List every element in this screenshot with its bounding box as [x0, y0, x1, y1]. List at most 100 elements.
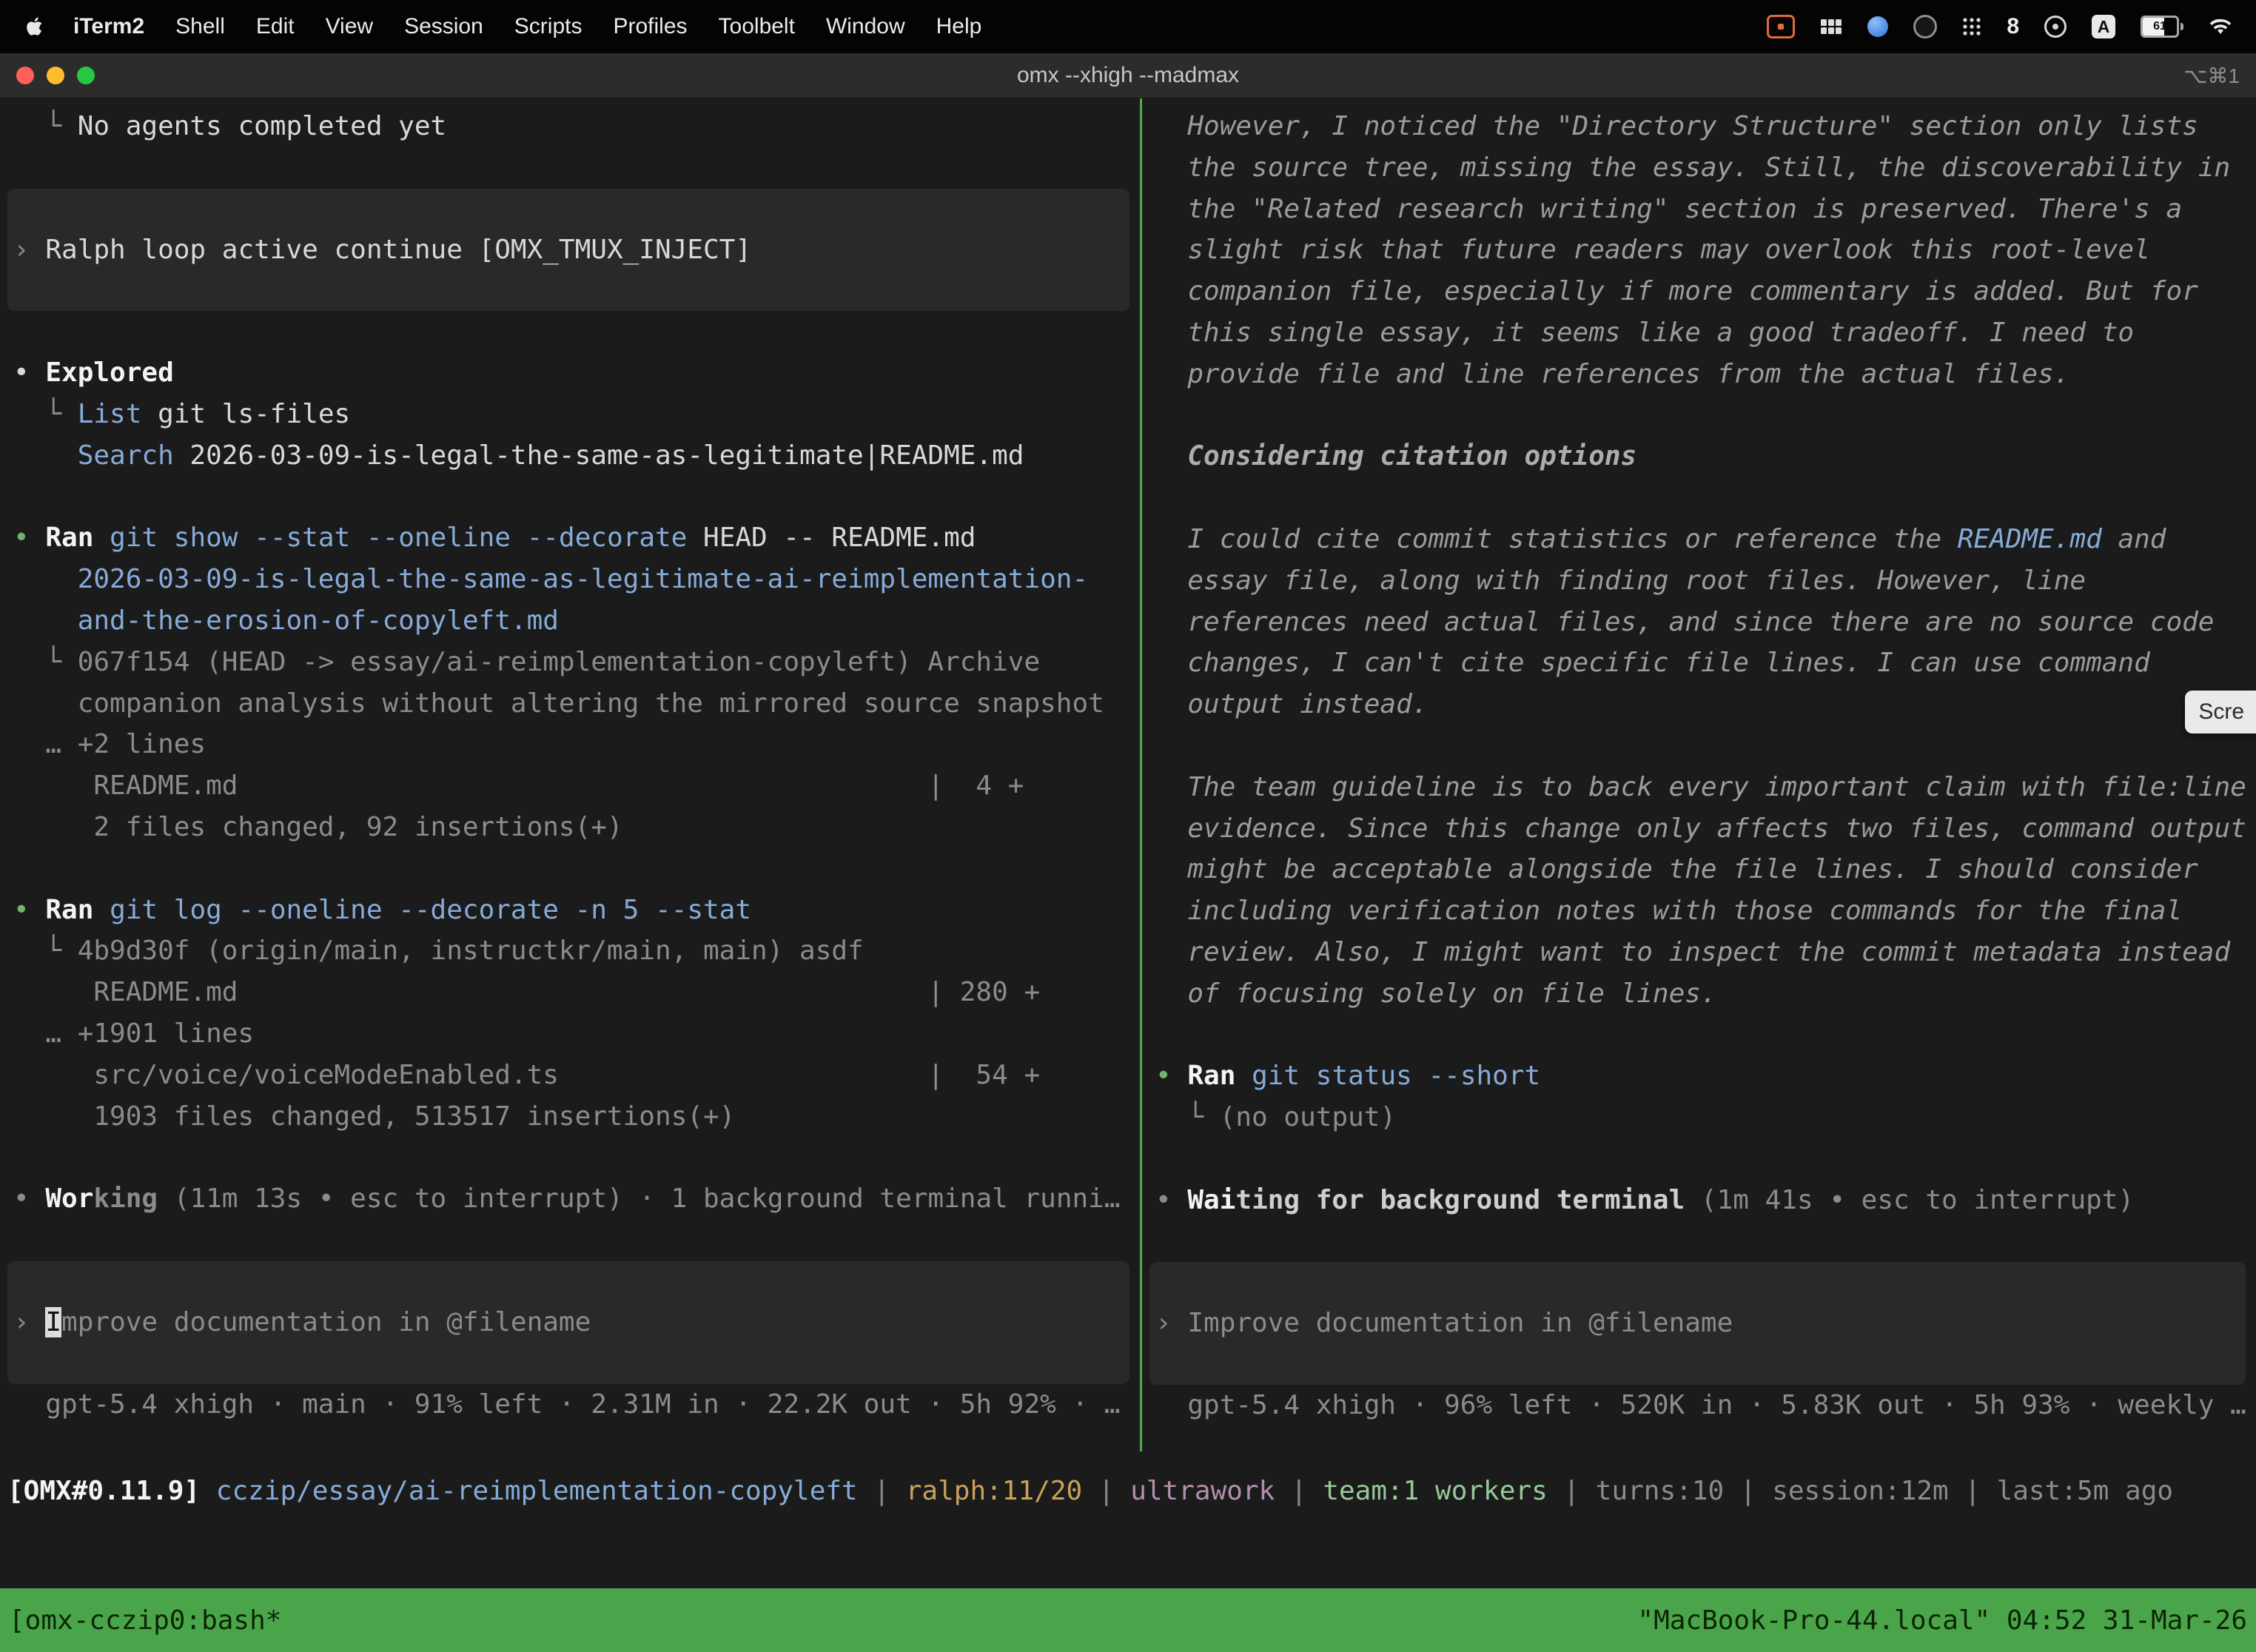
terminal-line [1142, 395, 2256, 437]
terminal-line: references need actual files, and since … [1142, 602, 2256, 643]
terminal-line: slight risk that future readers may over… [1142, 229, 2256, 271]
terminal-line: gpt-5.4 xhigh · main · 91% left · 2.31M … [0, 1384, 1140, 1426]
terminal-line [0, 848, 1140, 890]
menu-left: iTerm2ShellEditViewSessionScriptsProfile… [16, 14, 997, 39]
terminal-line: output instead. [1142, 684, 2256, 725]
tmux-host-clock: "MacBook-Pro-44.local" 04:52 31-Mar-26 [1637, 1605, 2247, 1636]
input-source-icon[interactable]: A [2092, 15, 2115, 38]
terminal-area: └ No agents completed yet › Ralph loop a… [0, 98, 2256, 1451]
window-shortcut: ⌥⌘1 [2183, 53, 2240, 98]
tmux-session-label[interactable]: [omx-cczip0:bash* [9, 1605, 281, 1636]
terminal-line: this single essay, it seems like a good … [1142, 312, 2256, 354]
terminal-line: and-the-erosion-of-copyleft.md [0, 600, 1140, 642]
terminal-line: essay file, along with finding root file… [1142, 560, 2256, 602]
terminal-line: README.md | 4 + [0, 765, 1140, 807]
terminal-line: 2026-03-09-is-legal-the-same-as-legitima… [0, 559, 1140, 600]
apple-menu[interactable] [16, 16, 58, 37]
terminal-line: Considering citation options [1142, 436, 2256, 477]
blue-app-icon[interactable] [1867, 16, 1888, 37]
menu-bar: iTerm2ShellEditViewSessionScriptsProfile… [0, 0, 2256, 53]
terminal-line: src/voice/voiceModeEnabled.ts | 54 + [0, 1055, 1140, 1096]
terminal-line: … +2 lines [0, 724, 1140, 765]
terminal-line: 1903 files changed, 513517 insertions(+) [0, 1096, 1140, 1138]
dark-app-icon[interactable] [1913, 15, 1937, 38]
window-title-bar[interactable]: omx --xhigh --madmax ⌥⌘1 [0, 53, 2256, 98]
terminal-line [1142, 725, 2256, 767]
terminal-line: might be acceptable alongside the file l… [1142, 849, 2256, 890]
terminal-line: • Explored [0, 352, 1140, 394]
menu-item-session[interactable]: Session [389, 14, 499, 38]
number-8-icon[interactable]: 8 [2007, 14, 2019, 39]
menu-item-help[interactable]: Help [921, 14, 998, 38]
minimize-button[interactable] [47, 67, 64, 84]
window-title: omx --xhigh --madmax [0, 63, 2256, 88]
round-app-icon[interactable] [2044, 16, 2067, 38]
left-pane[interactable]: └ No agents completed yet › Ralph loop a… [0, 98, 1140, 1451]
right-pane[interactable]: However, I noticed the "Directory Struct… [1142, 98, 2256, 1451]
menu-item-window[interactable]: Window [810, 14, 921, 38]
terminal-line: changes, I can't cite specific file line… [1142, 642, 2256, 684]
terminal-line: › Improve documentation in @filename [1149, 1303, 2246, 1344]
terminal-line: I could cite commit statistics or refere… [1142, 519, 2256, 560]
terminal-line: 2 files changed, 92 insertions(+) [0, 807, 1140, 848]
terminal-line: review. Also, I might want to inspect th… [1142, 932, 2256, 973]
close-button[interactable] [16, 67, 34, 84]
terminal-line: … +1901 lines [0, 1013, 1140, 1055]
zoom-button[interactable] [77, 67, 95, 84]
menu-item-view[interactable]: View [310, 14, 389, 38]
terminal-line [0, 1137, 1140, 1178]
terminal-line: the "Related research writing" section i… [1142, 189, 2256, 230]
menu-item-profiles[interactable]: Profiles [597, 14, 702, 38]
terminal-line: evidence. Since this change only affects… [1142, 808, 2256, 850]
prompt-input-box[interactable]: › Improve documentation in @filename [1149, 1262, 2246, 1385]
battery-body: 61 [2141, 16, 2179, 38]
battery-percent: 61 [2143, 18, 2177, 36]
apple-logo-icon [25, 16, 43, 37]
terminal-line [1142, 1221, 2256, 1263]
menu-item-iterm2[interactable]: iTerm2 [58, 14, 160, 38]
terminal-line: • Ran git show --stat --oneline --decora… [0, 517, 1140, 559]
terminal-line: README.md | 280 + [0, 972, 1140, 1013]
menu-item-toolbelt[interactable]: Toolbelt [703, 14, 810, 38]
terminal-line: • Ran git status --short [1142, 1055, 2256, 1097]
menu-item-edit[interactable]: Edit [241, 14, 310, 38]
tmux-status-bar: [omx-cczip0:bash* "MacBook-Pro-44.local"… [0, 1588, 2256, 1652]
prompt-input-box[interactable]: › Ralph loop active continue [OMX_TMUX_I… [7, 189, 1129, 312]
window-grid-icon[interactable] [1820, 18, 1842, 36]
terminal-line: › Improve documentation in @filename [7, 1302, 1129, 1343]
menu-items: iTerm2ShellEditViewSessionScriptsProfile… [58, 14, 997, 39]
battery-icon[interactable]: 61 [2141, 16, 2183, 38]
terminal-line: companion file, especially if more comme… [1142, 271, 2256, 312]
terminal-line [1142, 1138, 2256, 1180]
terminal-line [0, 147, 1140, 189]
terminal-line: provide file and line references from th… [1142, 354, 2256, 395]
menu-item-scripts[interactable]: Scripts [499, 14, 598, 38]
terminal-line [1142, 1015, 2256, 1056]
dots-grid-icon[interactable] [1962, 17, 1981, 36]
terminal-line: › Ralph loop active continue [OMX_TMUX_I… [7, 229, 1129, 271]
wifi-icon[interactable] [2209, 18, 2232, 36]
terminal-line: Search 2026-03-09-is-legal-the-same-as-l… [0, 435, 1140, 477]
menu-item-shell[interactable]: Shell [160, 14, 241, 38]
prompt-input-box[interactable]: › Improve documentation in @filename [7, 1261, 1129, 1384]
screen-recording-indicator-icon[interactable] [1767, 15, 1795, 38]
terminal-line: The team guideline is to back every impo… [1142, 767, 2256, 808]
terminal-line: • Ran git log --oneline --decorate -n 5 … [0, 890, 1140, 931]
terminal-line: including verification notes with those … [1142, 890, 2256, 932]
terminal-line: └ No agents completed yet [0, 106, 1140, 147]
omx-status-line: [OMX#0.11.9] cczip/essay/ai-reimplementa… [0, 1471, 2256, 1512]
terminal-line: └ List git ls-files [0, 394, 1140, 435]
terminal-line: └ (no output) [1142, 1097, 2256, 1138]
terminal-line: the source tree, missing the essay. Stil… [1142, 147, 2256, 189]
terminal-line: However, I noticed the "Directory Struct… [1142, 106, 2256, 147]
terminal-line: └ 4b9d30f (origin/main, instructkr/main,… [0, 930, 1140, 972]
menu-status-icons: 8 A 61 [1767, 14, 2240, 39]
terminal-line: companion analysis without altering the … [0, 683, 1140, 725]
screen-overlay-button[interactable]: Scre [2185, 691, 2256, 733]
terminal-line: └ 067f154 (HEAD -> essay/ai-reimplementa… [0, 642, 1140, 683]
battery-nub [2181, 23, 2183, 30]
terminal-line: • Working (11m 13s • esc to interrupt) ·… [0, 1178, 1140, 1220]
terminal-line: of focusing solely on file lines. [1142, 973, 2256, 1015]
terminal-line: gpt-5.4 xhigh · 96% left · 520K in · 5.8… [1142, 1385, 2256, 1426]
terminal-line [1142, 477, 2256, 519]
